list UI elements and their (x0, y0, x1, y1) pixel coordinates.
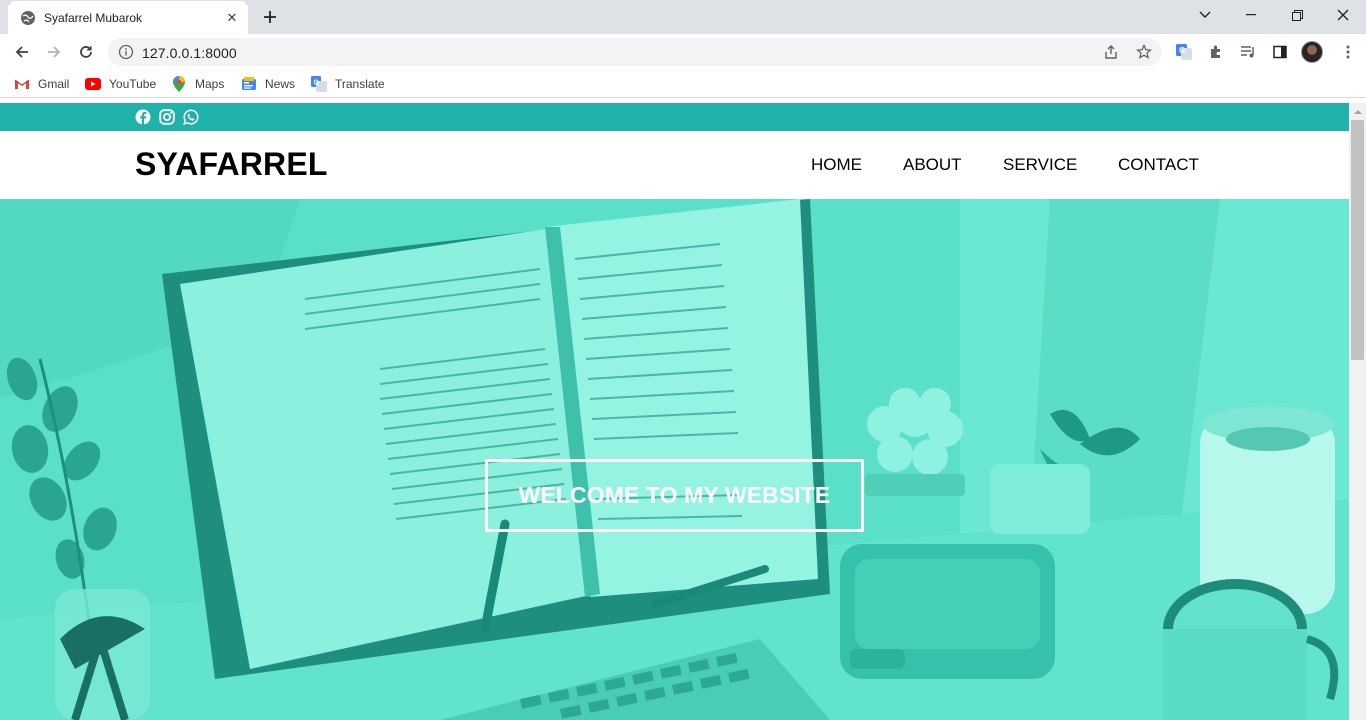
close-icon (1337, 9, 1349, 21)
scroll-up-arrow-icon[interactable] (1349, 103, 1366, 120)
site-logo[interactable]: SYAFARREL (135, 146, 328, 183)
bookmark-star-icon[interactable] (1135, 43, 1153, 61)
scrollbar-thumb[interactable] (1351, 120, 1364, 360)
hero-section: WELCOME TO MY WEBSITE (0, 199, 1349, 720)
forward-button[interactable] (40, 38, 68, 66)
bookmark-maps[interactable]: Maps (171, 76, 224, 92)
bookmark-translate[interactable]: G Translate (311, 76, 385, 92)
translate-icon: G (311, 76, 327, 92)
site-navbar: SYAFARREL HOME ABOUT SERVICE CONTACT (0, 131, 1349, 199)
tab-search-button[interactable] (1182, 0, 1228, 30)
bookmark-news[interactable]: News (241, 76, 295, 92)
bookmark-label: Gmail (38, 77, 70, 91)
puzzle-icon (1211, 45, 1220, 58)
reload-button[interactable] (72, 38, 100, 66)
translate-icon: G (1176, 44, 1192, 60)
welcome-heading: WELCOME TO MY WEBSITE (518, 482, 831, 508)
whatsapp-icon[interactable] (182, 108, 199, 125)
nav-service[interactable]: SERVICE (1003, 155, 1077, 175)
chevron-down-icon (1199, 11, 1211, 18)
close-window-button[interactable] (1320, 0, 1366, 30)
youtube-icon (85, 76, 101, 92)
nav-contact[interactable]: CONTACT (1118, 155, 1199, 175)
info-icon[interactable] (118, 44, 134, 60)
nav-about[interactable]: ABOUT (903, 155, 962, 175)
tab-strip: Syafarrel Mubarok ✕ (0, 0, 1366, 34)
back-button[interactable] (8, 38, 36, 66)
page-viewport: SYAFARREL HOME ABOUT SERVICE CONTACT WEL… (0, 103, 1349, 720)
maps-icon (171, 76, 187, 92)
minimize-button[interactable] (1228, 0, 1274, 30)
address-bar[interactable]: 127.0.0.1:8000 (108, 38, 1162, 66)
browser-toolbar: 127.0.0.1:8000 G (0, 34, 1366, 70)
reload-icon (80, 46, 92, 58)
arrow-right-icon (48, 46, 61, 58)
browser-menu-button[interactable] (1334, 38, 1362, 66)
facebook-icon[interactable] (134, 108, 151, 125)
new-tab-button[interactable] (258, 5, 282, 29)
side-panel-button[interactable] (1266, 38, 1294, 66)
gmail-icon (14, 76, 30, 92)
plus-icon (264, 11, 276, 23)
welcome-heading-box: WELCOME TO MY WEBSITE (485, 459, 864, 532)
bookmark-label: YouTube (109, 77, 157, 91)
kebab-menu-icon (1346, 45, 1350, 59)
bookmark-youtube[interactable]: YouTube (85, 76, 156, 92)
svg-text:G: G (314, 80, 320, 87)
bookmark-label: Translate (335, 77, 385, 91)
tab-title: Syafarrel Mubarok (44, 10, 143, 25)
google-translate-extension[interactable]: G (1170, 38, 1198, 66)
close-tab-icon[interactable]: ✕ (224, 10, 240, 26)
profile-avatar[interactable] (1301, 41, 1323, 63)
side-panel-icon (1273, 45, 1287, 59)
svg-text:G: G (1179, 46, 1185, 55)
media-control-button[interactable] (1234, 38, 1262, 66)
share-icon[interactable] (1102, 43, 1120, 61)
arrow-left-icon (15, 46, 28, 58)
url-text: 127.0.0.1:8000 (142, 45, 237, 61)
bookmark-gmail[interactable]: Gmail (14, 76, 69, 92)
page-scrollbar[interactable] (1349, 103, 1366, 720)
globe-icon (20, 10, 36, 26)
bookmark-label: News (265, 77, 296, 91)
bookmarks-bar: Gmail YouTube Maps News G Translate (0, 70, 1366, 98)
browser-tab[interactable]: Syafarrel Mubarok ✕ (8, 1, 248, 34)
restore-button[interactable] (1274, 0, 1320, 30)
instagram-icon[interactable] (158, 108, 175, 125)
minimize-icon (1246, 14, 1256, 16)
playlist-icon (1241, 46, 1254, 58)
extensions-button[interactable] (1202, 38, 1230, 66)
bookmark-label: Maps (195, 77, 225, 91)
news-icon (241, 76, 257, 92)
restore-icon (1291, 9, 1303, 21)
social-topbar (0, 103, 1349, 131)
nav-home[interactable]: HOME (811, 155, 862, 175)
